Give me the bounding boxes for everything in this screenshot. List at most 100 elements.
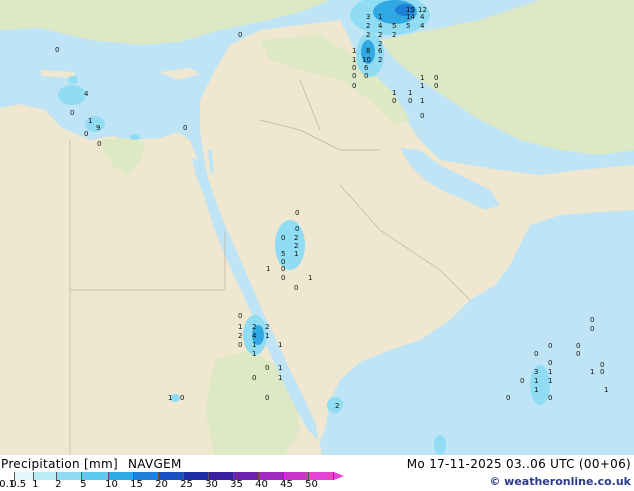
svg-text:0: 0 — [520, 377, 524, 385]
svg-text:1: 1 — [252, 350, 256, 358]
svg-text:6: 6 — [364, 64, 369, 72]
scale-tick-label: 2 — [55, 479, 62, 490]
svg-text:0: 0 — [600, 368, 604, 376]
svg-text:1: 1 — [266, 265, 270, 273]
svg-text:1: 1 — [294, 250, 298, 258]
svg-text:0: 0 — [281, 265, 285, 273]
model-label: NAVGEM — [127, 457, 182, 471]
color-scale-ticks: 0.1 0.5 1 2 5 10 15 20 25 30 35 40 45 50 — [0, 479, 340, 491]
forecast-datetime: Mo 17-11-2025 03..06 UTC (00+06) — [406, 457, 631, 471]
scale-tick-label: 15 — [130, 479, 143, 490]
svg-text:0: 0 — [183, 124, 187, 132]
svg-text:0: 0 — [265, 394, 269, 402]
svg-text:2: 2 — [378, 56, 382, 64]
svg-text:0: 0 — [548, 394, 552, 402]
svg-text:4: 4 — [378, 22, 383, 30]
svg-text:1: 1 — [278, 374, 282, 382]
svg-text:4: 4 — [420, 22, 425, 30]
svg-text:14: 14 — [406, 13, 415, 21]
scale-tick-label: 0.5 — [10, 479, 27, 490]
svg-text:1: 1 — [420, 74, 424, 82]
svg-text:1: 1 — [278, 341, 282, 349]
svg-text:0: 0 — [590, 325, 594, 333]
svg-text:0: 0 — [506, 394, 510, 402]
svg-text:1: 1 — [590, 368, 594, 376]
svg-text:4: 4 — [420, 13, 425, 21]
scale-tick-label: 5 — [80, 479, 87, 490]
svg-text:1: 1 — [252, 341, 256, 349]
scale-tick-label: 10 — [105, 479, 118, 490]
scale-tick-label: 40 — [255, 479, 268, 490]
svg-text:1: 1 — [168, 394, 172, 402]
svg-text:1: 1 — [548, 377, 552, 385]
svg-text:4: 4 — [84, 90, 89, 98]
svg-text:4: 4 — [252, 332, 257, 340]
svg-text:2: 2 — [366, 31, 370, 39]
svg-text:1: 1 — [392, 89, 396, 97]
scale-tick-label: 35 — [230, 479, 243, 490]
svg-text:10: 10 — [362, 56, 371, 64]
svg-text:0: 0 — [352, 64, 356, 72]
scale-tick-label: 1 — [32, 479, 39, 490]
svg-text:0: 0 — [534, 350, 538, 358]
svg-text:1: 1 — [238, 323, 242, 331]
svg-text:0: 0 — [265, 364, 269, 372]
svg-text:0: 0 — [238, 312, 242, 320]
svg-text:9: 9 — [96, 124, 100, 132]
svg-text:0: 0 — [576, 342, 580, 350]
svg-text:8: 8 — [366, 47, 370, 55]
scale-tick-label: 20 — [155, 479, 168, 490]
precipitation-map: 0 4 0 1 9 0 0 0 3 2 1 15 12 2 4 5 14 4 2… — [0, 0, 634, 455]
svg-text:0: 0 — [548, 359, 552, 367]
svg-text:6: 6 — [378, 47, 383, 55]
svg-text:0: 0 — [576, 350, 580, 358]
svg-text:5: 5 — [281, 250, 285, 258]
svg-text:1: 1 — [378, 13, 382, 21]
svg-text:1: 1 — [352, 47, 356, 55]
legend-bar: Precipitation [mm] NAVGEM Mo 17-11-2025 0… — [0, 455, 634, 490]
svg-text:0: 0 — [352, 82, 356, 90]
scale-tick-label: 25 — [180, 479, 193, 490]
svg-text:3: 3 — [366, 13, 370, 21]
svg-text:1: 1 — [278, 364, 282, 372]
svg-text:1: 1 — [534, 377, 538, 385]
svg-text:0: 0 — [434, 82, 438, 90]
svg-text:0: 0 — [295, 225, 299, 233]
svg-text:1: 1 — [420, 97, 424, 105]
svg-text:2: 2 — [366, 22, 370, 30]
svg-text:0: 0 — [281, 274, 285, 282]
svg-text:1: 1 — [534, 386, 538, 394]
svg-text:1: 1 — [308, 274, 312, 282]
svg-text:1: 1 — [352, 56, 356, 64]
svg-text:2: 2 — [238, 332, 242, 340]
svg-text:0: 0 — [238, 341, 242, 349]
scale-tick-label: 30 — [205, 479, 218, 490]
svg-text:0: 0 — [364, 72, 368, 80]
legend-title: Precipitation [mm] NAVGEM — [1, 457, 182, 471]
variable-label: Precipitation [mm] — [1, 457, 118, 471]
svg-text:3: 3 — [534, 368, 538, 376]
svg-text:0: 0 — [84, 130, 88, 138]
svg-text:0: 0 — [434, 74, 438, 82]
svg-text:1: 1 — [265, 332, 269, 340]
svg-text:0: 0 — [590, 316, 594, 324]
scale-tick-label: 45 — [280, 479, 293, 490]
credit-link[interactable]: © weatheronline.co.uk — [489, 475, 631, 488]
svg-text:0: 0 — [180, 394, 184, 402]
svg-text:0: 0 — [352, 72, 356, 80]
svg-text:0: 0 — [252, 374, 256, 382]
svg-text:5: 5 — [392, 22, 396, 30]
svg-text:1: 1 — [420, 82, 424, 90]
svg-text:2: 2 — [392, 31, 396, 39]
svg-text:0: 0 — [97, 140, 101, 148]
svg-text:2: 2 — [378, 31, 382, 39]
svg-text:2: 2 — [294, 234, 298, 242]
svg-text:0: 0 — [281, 234, 285, 242]
svg-text:0: 0 — [70, 109, 74, 117]
svg-text:0: 0 — [295, 209, 299, 217]
svg-text:2: 2 — [265, 323, 269, 331]
svg-text:1: 1 — [548, 368, 552, 376]
svg-text:0: 0 — [294, 284, 298, 292]
svg-text:0: 0 — [408, 97, 412, 105]
svg-text:2: 2 — [335, 402, 339, 410]
